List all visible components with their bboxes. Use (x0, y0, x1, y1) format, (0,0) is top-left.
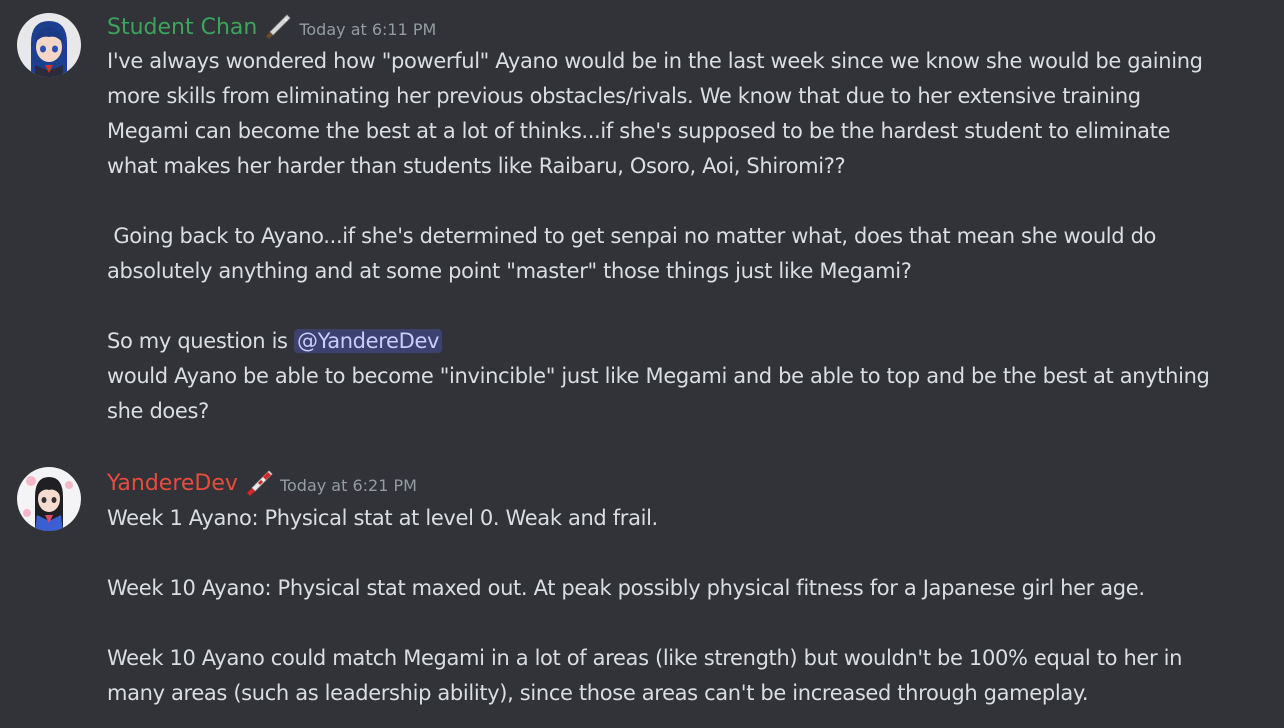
timestamp[interactable]: Today at 6:11 PM (299, 16, 436, 39)
message-line: absolutely anything and at some point "m… (107, 259, 912, 283)
knife-icon (263, 13, 293, 41)
message-content: Week 1 Ayano: Physical stat at level 0. … (107, 501, 1272, 711)
message-line: Going back to Ayano...if she's determine… (107, 224, 1157, 248)
message-header: YandereDev Today at 6:21 PM (107, 468, 417, 498)
message-line: So my question is @YandereDev (107, 324, 1272, 359)
message-line: Week 10 Ayano could match Megami in a lo… (107, 646, 1183, 670)
message-line: what makes her harder than students like… (107, 154, 846, 178)
author-name[interactable]: YandereDev (107, 471, 238, 496)
avatar-student-chan-image (17, 13, 81, 77)
avatar-yanderedev[interactable] (17, 467, 81, 531)
message-header: Student Chan Today at 6:11 PM (107, 12, 436, 42)
message-content: I've always wondered how "powerful" Ayan… (107, 44, 1272, 429)
message-line: Megami can become the best at a lot of t… (107, 119, 1171, 143)
avatar-yanderedev-image (17, 467, 81, 531)
author-name[interactable]: Student Chan (107, 15, 257, 40)
message-line: many areas (such as leadership ability),… (107, 681, 1089, 705)
bloody-knife-icon (244, 469, 274, 497)
message-line: I've always wondered how "powerful" Ayan… (107, 49, 1203, 73)
message-line: Week 1 Ayano: Physical stat at level 0. … (107, 506, 658, 530)
message-line: more skills from eliminating her previou… (107, 84, 1141, 108)
message-line: Week 10 Ayano: Physical stat maxed out. … (107, 576, 1145, 600)
user-mention[interactable]: @YandereDev (293, 329, 443, 353)
timestamp[interactable]: Today at 6:21 PM (280, 472, 417, 495)
question-prefix: So my question is (107, 329, 294, 353)
message-line: she does? (107, 399, 209, 423)
avatar-student-chan[interactable] (17, 13, 81, 77)
message-line: would Ayano be able to become "invincibl… (107, 364, 1210, 388)
